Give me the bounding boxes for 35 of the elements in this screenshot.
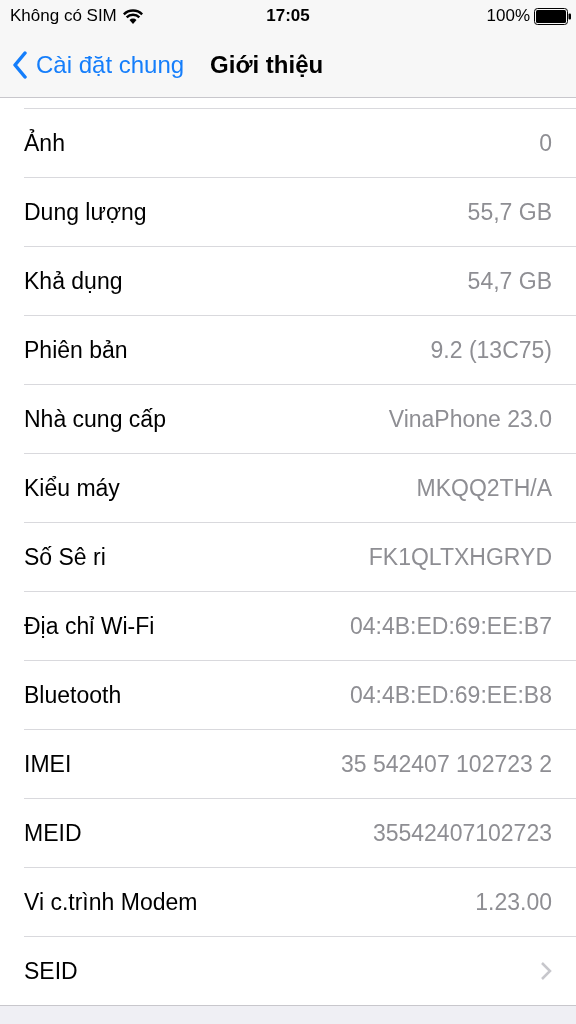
- row-value: 04:4B:ED:69:EE:B7: [350, 612, 552, 640]
- row-label: Bluetooth: [24, 681, 122, 709]
- row-label: Dung lượng: [24, 198, 147, 226]
- carrier-name: Không có SIM: [10, 6, 117, 26]
- row-label: Ảnh: [24, 129, 65, 157]
- row-label: Vi c.trình Modem: [24, 888, 198, 916]
- row-value: 54,7 GB: [467, 267, 552, 295]
- row-value: 04:4B:ED:69:EE:B8: [350, 681, 552, 709]
- row-value: 35 542407 102723 2: [340, 750, 552, 778]
- row-value: 1.23.00: [475, 888, 552, 916]
- row-label: SEID: [24, 957, 78, 985]
- row-label: Địa chỉ Wi-Fi: [24, 612, 155, 640]
- row-value: 55,7 GB: [467, 198, 552, 226]
- row-value: 0: [539, 129, 552, 157]
- row-label: Số Sê ri: [24, 543, 106, 571]
- row-label: MEID: [24, 819, 82, 847]
- link-row[interactable]: SEID: [24, 936, 576, 1005]
- row-label: Phiên bản: [24, 336, 128, 364]
- row-value: 35542407102723: [372, 819, 552, 847]
- battery-icon: [534, 7, 572, 25]
- wifi-icon: [122, 8, 143, 24]
- row-label: Nhà cung cấp: [24, 405, 166, 433]
- row-label: Khả dụng: [24, 267, 123, 295]
- row-label: IMEI: [24, 750, 72, 778]
- row-value: 9.2 (13C75): [430, 336, 552, 364]
- row-value: FK1QLTXHGRYD: [368, 543, 552, 571]
- chevron-right-icon: [540, 961, 552, 981]
- page-title: Giới thiệu: [210, 50, 324, 79]
- row-value: MKQQ2TH/A: [416, 474, 552, 502]
- row-value: VinaPhone 23.0: [388, 405, 552, 433]
- row-label: Kiểu máy: [24, 474, 120, 502]
- back-button[interactable]: Cài đặt chung: [12, 50, 185, 79]
- chevron-left-icon: [12, 50, 28, 79]
- status-time: 17:05: [266, 6, 310, 26]
- battery-percent: 100%: [486, 6, 530, 26]
